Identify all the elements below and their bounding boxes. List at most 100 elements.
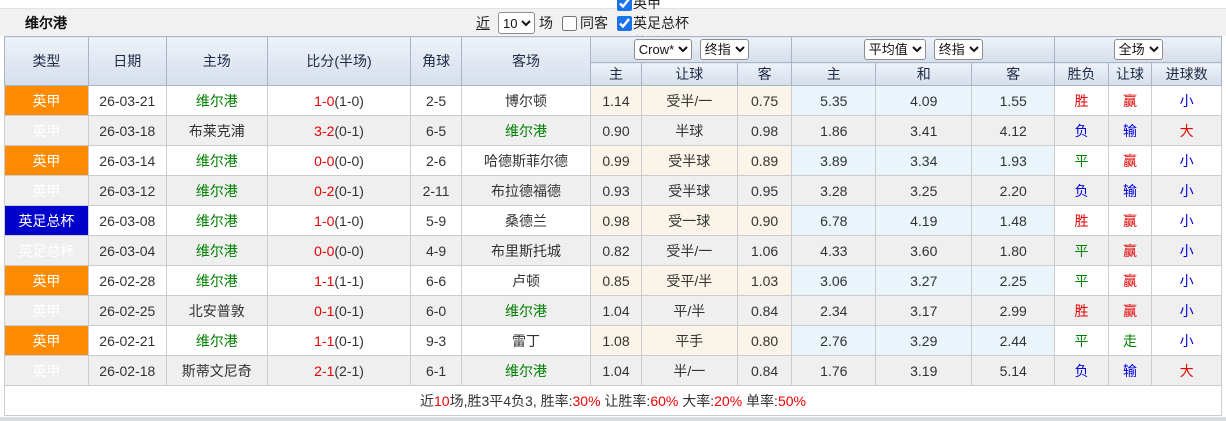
date-cell: 26-02-21 — [87, 325, 167, 356]
crow-home-odds: 1.04 — [590, 295, 642, 326]
match-history-table: 类型 日期 主场 比分(半场) 角球 客场 Crow* 终指 平均值 终指 全场… — [4, 36, 1222, 416]
team-header-bar: 维尔港 近 10 场 同客 英甲英足总杯英锦赛 — [0, 0, 1226, 51]
crow-home-odds: 0.99 — [590, 145, 642, 176]
crow-home-odds: 1.04 — [590, 355, 642, 386]
result-wdl: 平 — [1054, 235, 1109, 266]
crow-home-odds: 0.82 — [590, 235, 642, 266]
match-row: 英甲 26-03-18 布莱克浦 3-2(0-1) 6-5 维尔港 0.90 半球 0.98 1.… — [4, 115, 1222, 146]
corner-cell: 4-9 — [410, 235, 462, 266]
summary-part: 单率: — [742, 392, 778, 409]
match-row: 英甲 26-02-18 斯蒂文尼奇 2-1(2-1) 6-1 维尔港 1.04 半/一 0.84… — [4, 355, 1222, 386]
home-team-cell: 北安普敦 — [165, 295, 268, 326]
corner-cell: 2-6 — [410, 145, 462, 176]
league-checkbox-0[interactable] — [617, 0, 632, 11]
result-goals: 大 — [1151, 115, 1222, 146]
same-away-checkbox[interactable] — [562, 15, 577, 31]
average-final-select[interactable]: 终指 — [933, 39, 983, 60]
crow-handicap: 平/半 — [640, 295, 738, 326]
summary-part: 让胜率: — [600, 392, 651, 409]
team-name: 维尔港 — [25, 14, 67, 31]
col-header-score: 比分(半场) — [266, 36, 412, 86]
avg-away-odds: 1.55 — [971, 85, 1056, 116]
result-group: 全场 — [1054, 36, 1222, 63]
summary-part: 20% — [714, 392, 743, 409]
away-team-cell: 布里斯托城 — [460, 235, 592, 266]
halftime-score: (1-0) — [334, 212, 364, 229]
games-label: 场 — [539, 15, 553, 31]
crow-handicap: 平手 — [640, 325, 738, 356]
result-goals: 小 — [1151, 265, 1222, 296]
away-team-cell: 卢顿 — [460, 265, 592, 296]
home-team-cell: 维尔港 — [165, 145, 268, 176]
filter-controls: 近 10 场 同客 英甲英足总杯英锦赛 — [476, 0, 691, 51]
halftime-score: (0-1) — [334, 122, 364, 139]
away-team-cell: 博尔顿 — [460, 85, 592, 116]
col-header-handicap-result: 让球 — [1107, 62, 1153, 86]
halftime-score: (1-0) — [334, 92, 364, 109]
halftime-score: (0-1) — [334, 302, 364, 319]
league-label-1: 英足总杯 — [633, 15, 689, 31]
bookmaker-final-select[interactable]: 终指 — [699, 39, 749, 60]
fulltime-score: 2-1 — [314, 362, 335, 379]
col-header-type: 类型 — [4, 36, 89, 86]
col-header-wdl: 胜负 — [1054, 62, 1109, 86]
halftime-score: (0-0) — [334, 242, 364, 259]
avg-home-odds: 5.35 — [791, 85, 877, 116]
avg-away-odds: 2.44 — [971, 325, 1056, 356]
avg-away-odds: 1.80 — [971, 235, 1056, 266]
league-type-cell: 英甲 — [4, 325, 89, 356]
match-row: 英足总杯 26-03-08 维尔港 1-0(1-0) 5-9 桑德兰 0.98 受一球 0.90… — [4, 205, 1222, 236]
home-team-cell: 布莱克浦 — [165, 115, 268, 146]
crow-home-odds: 0.98 — [590, 205, 642, 236]
avg-away-odds: 5.14 — [971, 355, 1056, 386]
crow-away-odds: 0.90 — [736, 205, 793, 236]
crow-home-odds: 0.90 — [590, 115, 642, 146]
away-team-cell: 布拉德福德 — [460, 175, 592, 206]
crow-home-odds: 0.85 — [590, 265, 642, 296]
col-header-avg-away: 客 — [971, 62, 1056, 86]
crow-handicap: 受半球 — [640, 145, 738, 176]
fulltime-score: 0-0 — [314, 152, 335, 169]
league-type-cell: 英甲 — [4, 355, 89, 386]
scope-select[interactable]: 全场 — [1113, 39, 1163, 60]
avg-away-odds: 2.99 — [971, 295, 1056, 326]
result-handicap: 输 — [1107, 175, 1153, 206]
home-team-cell: 维尔港 — [165, 85, 268, 116]
avg-home-odds: 4.33 — [791, 235, 877, 266]
corner-cell: 2-5 — [410, 85, 462, 116]
avg-away-odds: 2.25 — [971, 265, 1056, 296]
bookmaker-select[interactable]: Crow* — [633, 39, 692, 60]
corner-cell: 6-5 — [410, 115, 462, 146]
avg-away-odds: 1.48 — [971, 205, 1056, 236]
home-team-cell: 维尔港 — [165, 325, 268, 356]
avg-home-odds: 2.76 — [791, 325, 877, 356]
match-row: 英足总杯 26-03-04 维尔港 0-0(0-0) 4-9 布里斯托城 0.82 受半/一 1… — [4, 235, 1222, 266]
fulltime-score: 1-0 — [314, 212, 335, 229]
avg-home-odds: 3.28 — [791, 175, 877, 206]
crow-away-odds: 1.06 — [736, 235, 793, 266]
league-type-cell: 英足总杯 — [4, 235, 89, 266]
result-handicap: 走 — [1107, 325, 1153, 356]
avg-draw-odds: 3.34 — [875, 145, 973, 176]
average-select[interactable]: 平均值 — [863, 39, 926, 60]
result-wdl: 胜 — [1054, 295, 1109, 326]
crow-handicap: 受半/一 — [640, 85, 738, 116]
avg-away-odds: 2.20 — [971, 175, 1056, 206]
league-checkbox-1[interactable] — [617, 15, 632, 31]
match-row: 英甲 26-03-14 维尔港 0-0(0-0) 2-6 哈德斯菲尔德 0.99 受半球 0.8… — [4, 145, 1222, 176]
crow-handicap: 半/一 — [640, 355, 738, 386]
result-handicap: 赢 — [1107, 295, 1153, 326]
match-row: 英甲 26-02-28 维尔港 1-1(1-1) 6-6 卢顿 0.85 受平/半 1.03 3.… — [4, 265, 1222, 296]
league-type-cell: 英甲 — [4, 145, 89, 176]
corner-cell: 6-0 — [410, 295, 462, 326]
home-team-cell: 维尔港 — [165, 175, 268, 206]
near-count-select[interactable]: 10 — [498, 12, 535, 34]
crow-home-odds: 1.14 — [590, 85, 642, 116]
col-header-crow-away: 客 — [736, 62, 793, 86]
summary-part: 大率: — [678, 392, 715, 409]
avg-draw-odds: 4.19 — [875, 205, 973, 236]
home-team-cell: 斯蒂文尼奇 — [165, 355, 268, 386]
crow-home-odds: 0.93 — [590, 175, 642, 206]
date-cell: 26-03-04 — [87, 235, 167, 266]
recent-matches-link[interactable]: 近 — [476, 13, 490, 33]
